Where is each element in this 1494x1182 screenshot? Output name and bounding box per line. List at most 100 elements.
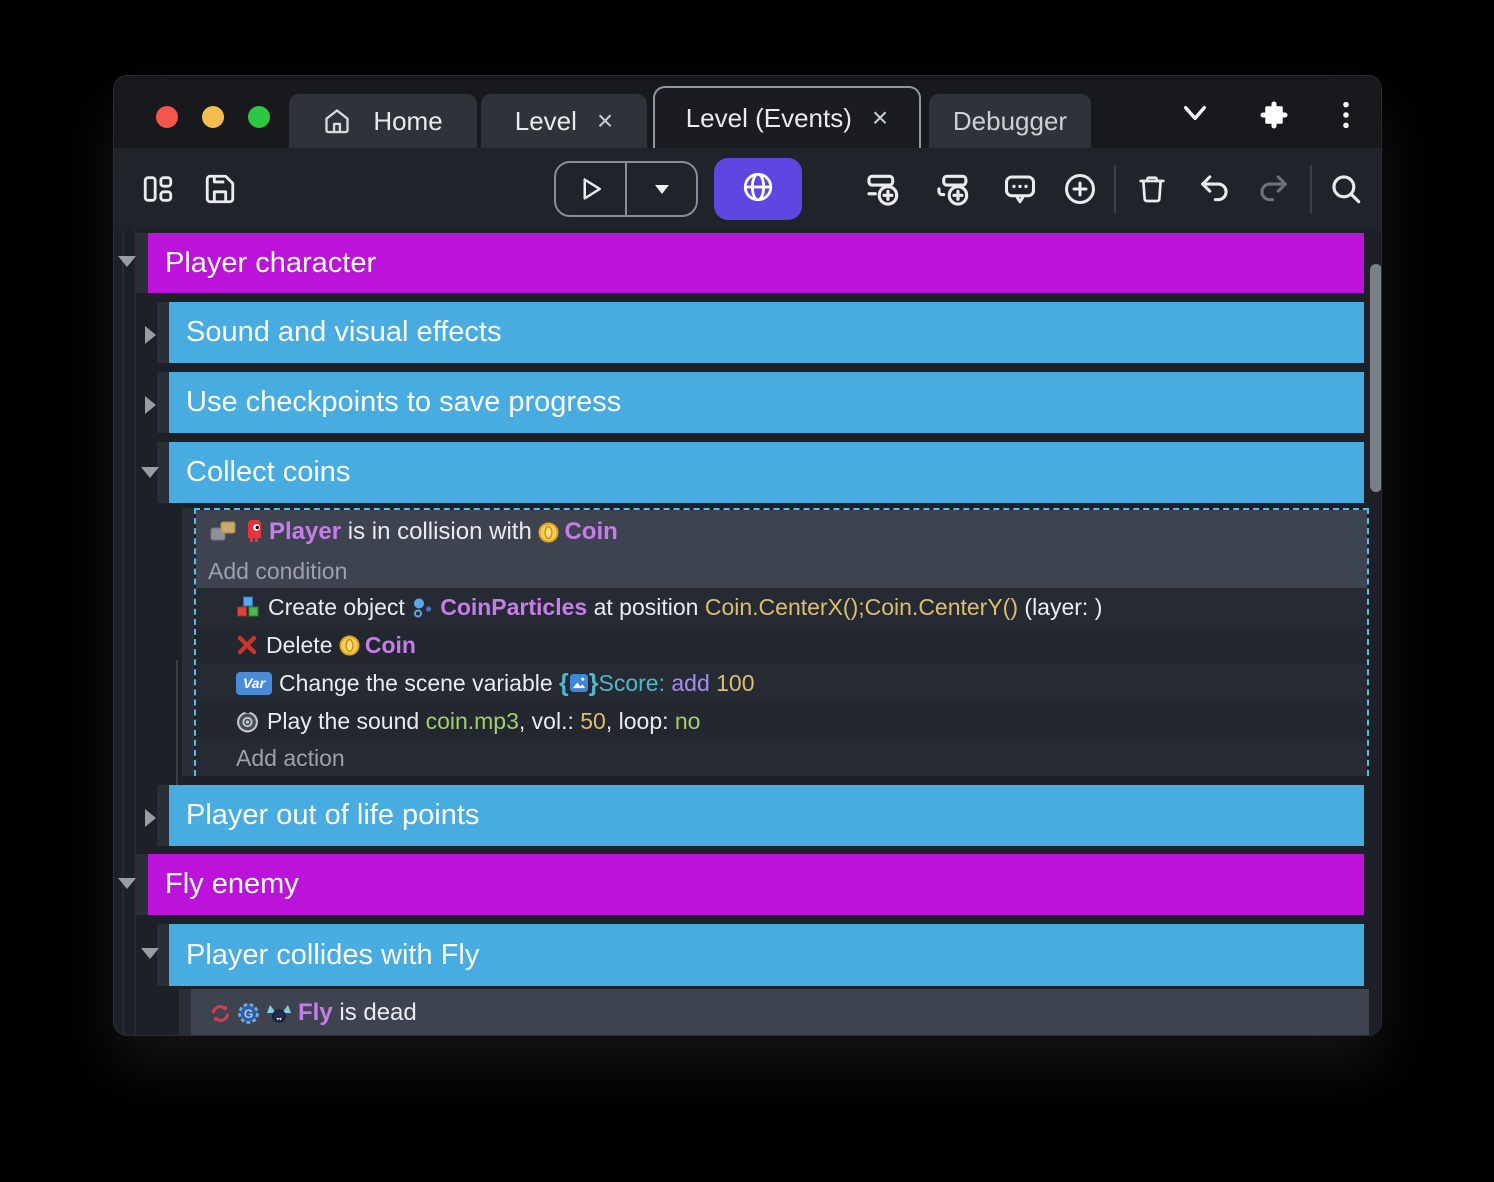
create-object-cubes-icon (236, 596, 260, 618)
events-sheet: Player character Sound and visual effect… (114, 230, 1381, 1036)
object-name: Coin (365, 632, 416, 659)
action-text: at position (587, 594, 705, 621)
group-row-collect-coins[interactable]: Collect coins (169, 442, 1364, 503)
expand-arrow[interactable] (145, 396, 156, 414)
expand-arrow[interactable] (145, 809, 156, 827)
collapse-arrow[interactable] (141, 467, 159, 478)
group-label: Player collides with Fly (186, 939, 479, 972)
event-drag-handle[interactable] (136, 854, 148, 915)
undo-button[interactable] (1192, 167, 1236, 211)
action-row-play-sound[interactable]: Play the sound coin.mp3 , vol.: 50 , loo… (196, 702, 1367, 740)
minimize-window-button[interactable] (202, 106, 224, 128)
collapse-arrow[interactable] (118, 256, 136, 267)
tab-home[interactable]: Home (289, 94, 477, 148)
indent-guide (134, 230, 136, 1036)
condition-text: is dead (333, 999, 417, 1027)
group-row-player-character[interactable]: Player character (148, 233, 1364, 293)
action-verb: Play the sound (267, 708, 426, 735)
add-event-button[interactable] (862, 167, 906, 211)
tab-level-events-label: Level (Events) (686, 103, 852, 134)
coin-icon (538, 522, 559, 543)
event-drag-handle[interactable] (136, 233, 148, 293)
preview-play-split-button (554, 161, 698, 217)
globe-icon (741, 170, 775, 209)
app-window: Home Level × Level (Events) × Debugger (113, 75, 1382, 1036)
close-tab-icon[interactable]: × (597, 107, 613, 135)
selected-event-block[interactable]: Player is in collision with Coin Add con… (194, 508, 1369, 776)
play-button[interactable] (556, 163, 625, 215)
group-label: Player out of life points (186, 799, 479, 832)
event-drag-handle[interactable] (179, 989, 191, 1036)
collapse-arrow[interactable] (118, 878, 136, 889)
toolbar-divider (1114, 165, 1116, 213)
action-row-delete[interactable]: Delete Coin (196, 626, 1367, 664)
group-row-player-collides-fly[interactable]: Player collides with Fly (169, 924, 1364, 986)
add-sub-event-button[interactable] (932, 167, 976, 211)
delete-button[interactable] (1130, 167, 1174, 211)
network-preview-button[interactable] (714, 158, 802, 220)
group-label: Collect coins (186, 456, 350, 489)
more-vertical-icon[interactable] (1333, 100, 1359, 135)
group-row-sound-fx[interactable]: Sound and visual effects (169, 302, 1364, 363)
group-label: Use checkpoints to save progress (186, 386, 621, 419)
action-verb: Delete (266, 632, 339, 659)
sync-arrows-icon (209, 1003, 232, 1024)
object-name: Coin (564, 518, 617, 546)
action-verb: Create object (268, 594, 411, 621)
action-text: , vol.: (519, 708, 580, 735)
variable-var-icon: Var (236, 672, 272, 695)
condition-row-collision[interactable]: Player is in collision with Coin (196, 510, 1367, 554)
group-row-checkpoints[interactable]: Use checkpoints to save progress (169, 372, 1364, 433)
group-row-fly-enemy[interactable]: Fly enemy (148, 854, 1364, 915)
collapse-arrow[interactable] (141, 948, 159, 959)
maximize-window-button[interactable] (248, 106, 270, 128)
action-row-change-variable[interactable]: Var Change the scene variable { } Score … (196, 664, 1367, 702)
value: 50 (580, 708, 606, 735)
colon: : (659, 670, 672, 697)
behavior-gear-icon: G (237, 1002, 260, 1025)
home-icon (323, 107, 351, 135)
add-comment-button[interactable] (998, 167, 1042, 211)
condition-row-fly-dead[interactable]: G Fly is dead (191, 989, 1369, 1036)
tab-level[interactable]: Level × (481, 94, 647, 148)
save-button[interactable] (198, 167, 242, 211)
add-action-button[interactable]: Add action (196, 740, 1367, 776)
brace-open: { (559, 669, 569, 698)
group-row-out-of-life[interactable]: Player out of life points (169, 785, 1364, 846)
event-drag-handle[interactable] (157, 372, 169, 433)
chevron-down-icon[interactable] (1179, 100, 1211, 131)
toolbar-divider (1310, 165, 1312, 213)
panels-layout-button[interactable] (136, 167, 180, 211)
add-condition-button[interactable]: Add condition (196, 554, 1367, 588)
event-drag-handle[interactable] (157, 302, 169, 363)
event-drag-handle[interactable] (157, 785, 169, 846)
tab-level-events[interactable]: Level (Events) × (653, 86, 921, 148)
group-label: Sound and visual effects (186, 316, 501, 349)
search-button[interactable] (1324, 167, 1368, 211)
scrollbar-thumb[interactable] (1370, 264, 1382, 492)
play-options-dropdown-button[interactable] (627, 163, 696, 215)
svg-text:G: G (244, 1007, 253, 1021)
operator: add (671, 670, 716, 697)
coin-icon (339, 635, 360, 656)
event-drag-handle[interactable] (182, 508, 194, 776)
object-name: Fly (298, 999, 333, 1027)
add-circle-button[interactable] (1058, 167, 1102, 211)
tab-debugger[interactable]: Debugger (929, 94, 1091, 148)
object-name: Player (269, 518, 341, 546)
variable-image-icon (570, 674, 588, 692)
redo-button[interactable] (1252, 167, 1296, 211)
sound-file: coin.mp3 (426, 708, 519, 735)
action-row-create-object[interactable]: Create object CoinParticles at position … (196, 588, 1367, 626)
action-text: (layer: ) (1018, 594, 1102, 621)
extensions-puzzle-icon[interactable] (1259, 100, 1289, 135)
close-window-button[interactable] (156, 106, 178, 128)
close-tab-icon[interactable]: × (872, 104, 888, 132)
fly-sprite-icon (265, 1004, 293, 1023)
value: no (675, 708, 701, 735)
expand-arrow[interactable] (145, 326, 156, 344)
sound-speaker-icon (236, 710, 259, 733)
brace-close: } (589, 669, 599, 698)
value: 100 (716, 670, 754, 697)
action-text: , loop: (606, 708, 675, 735)
